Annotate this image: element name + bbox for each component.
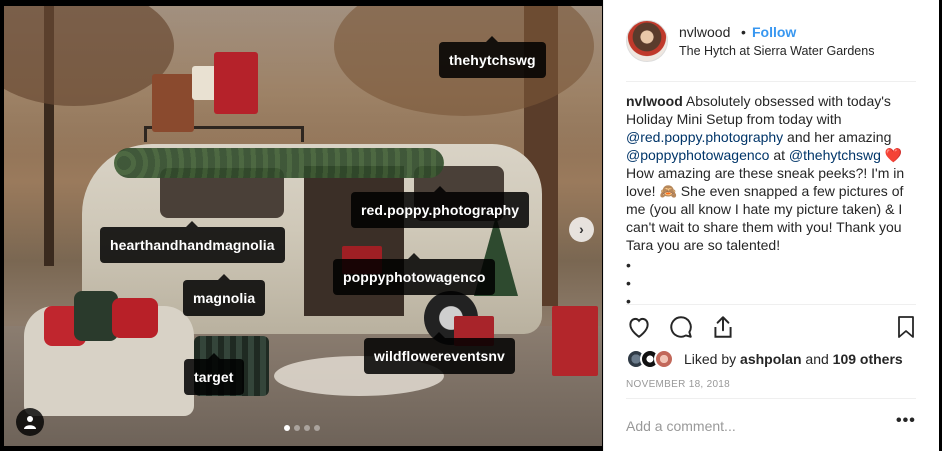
carousel-dot [304, 425, 310, 431]
pillow [112, 298, 158, 338]
post-header: nvlwood • Follow The Hytch at Sierra Wat… [604, 0, 940, 82]
carousel-dot [284, 425, 290, 431]
photo-tag[interactable]: hearthandhandmagnolia [100, 221, 285, 263]
suitcase [152, 74, 194, 132]
more-options-icon[interactable]: ••• [896, 412, 916, 430]
chevron-right-icon[interactable]: › [569, 217, 594, 242]
mention-link[interactable]: @thehytchswg [789, 147, 881, 163]
likes-middle: and [801, 351, 833, 367]
gift-box [552, 306, 598, 376]
caption-text: at [769, 147, 789, 163]
post-details-panel: nvlwood • Follow The Hytch at Sierra Wat… [603, 0, 939, 451]
caption-text: How amazing are these sneak peeks?! I'm … [626, 165, 905, 253]
caption-username[interactable]: nvlwood [626, 93, 683, 109]
mention-link[interactable]: @poppyphotowagenco [626, 147, 769, 163]
likes-text[interactable]: Liked by ashpolan and 109 others [684, 351, 903, 367]
post-caption: nvlwood Absolutely obsessed with today's… [626, 92, 918, 254]
post-photo[interactable]: thehytchswg red.poppy.photography hearth… [4, 6, 602, 446]
gift-box [214, 52, 258, 114]
photo-tag[interactable]: magnolia [183, 274, 266, 316]
photo-tag[interactable]: red.poppy.photography [351, 186, 530, 228]
carousel-indicator [284, 425, 320, 431]
heart-emoji: ❤️ [880, 147, 903, 163]
avatar[interactable] [626, 20, 668, 62]
divider [626, 81, 916, 82]
carousel-dot [294, 425, 300, 431]
post-date[interactable]: NOVEMBER 18, 2018 [626, 379, 730, 390]
liker-avatar[interactable] [654, 349, 674, 369]
bullet: • [626, 257, 631, 273]
likes-others[interactable]: 109 others [833, 351, 903, 367]
user-tags-button[interactable] [16, 408, 44, 436]
person-icon [24, 416, 36, 429]
bookmark-icon[interactable] [894, 314, 918, 340]
share-icon[interactable] [710, 314, 736, 340]
follow-button[interactable]: Follow [752, 24, 796, 40]
add-comment-input[interactable]: Add a comment... [626, 418, 736, 434]
photo-tag[interactable]: thehytchswg [439, 36, 546, 78]
garland [114, 148, 444, 178]
carousel-dot [314, 425, 320, 431]
photo-tag[interactable]: poppyphotowagenco [333, 253, 496, 295]
heart-icon[interactable] [626, 314, 652, 340]
divider [626, 304, 916, 305]
separator: • [741, 24, 746, 40]
username-link[interactable]: nvlwood [679, 24, 730, 40]
location-link[interactable]: The Hytch at Sierra Water Gardens [679, 44, 874, 58]
photo-tag[interactable]: wildflowereventsnv [364, 332, 515, 374]
photo-tag[interactable]: target [184, 353, 244, 395]
bullet: • [626, 293, 631, 309]
liker-username[interactable]: ashpolan [740, 351, 801, 367]
mention-link[interactable]: @red.poppy.photography [626, 129, 783, 145]
caption-text: and her amazing [783, 129, 892, 145]
bullet: • [626, 275, 631, 291]
action-bar [626, 314, 918, 342]
likes-summary: Liked by ashpolan and 109 others [626, 348, 918, 370]
likes-prefix: Liked by [684, 351, 741, 367]
comment-icon[interactable] [668, 314, 694, 340]
divider [626, 398, 916, 399]
caption-bullets: • • • [626, 256, 631, 310]
